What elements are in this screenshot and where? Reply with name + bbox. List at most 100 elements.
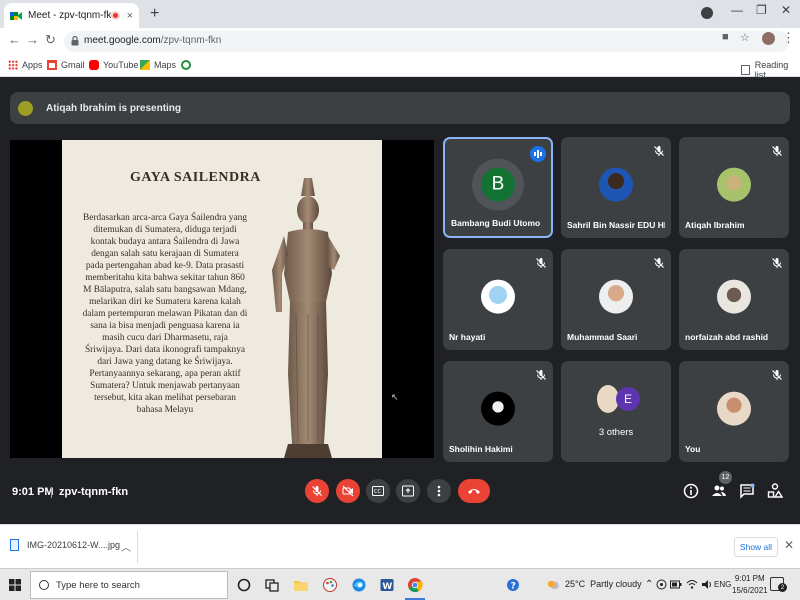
windows-start-icon[interactable] — [9, 579, 21, 591]
show-hidden-icons-icon[interactable]: ⌃ — [645, 579, 653, 590]
download-item[interactable]: IMG-20210612-W....jpg — [10, 539, 120, 551]
participant-tile-others[interactable]: E 3 others — [561, 361, 671, 462]
present-screen-icon — [402, 485, 414, 497]
browser-menu-icon[interactable]: ⋮ — [782, 30, 795, 46]
close-window-icon[interactable]: ✕ — [781, 3, 791, 17]
meeting-details-icon[interactable] — [683, 483, 699, 499]
file-explorer-icon[interactable] — [293, 577, 309, 593]
download-filename: IMG-20210612-W....jpg — [27, 540, 121, 550]
participant-tile[interactable]: Muhammad Saari — [561, 249, 671, 350]
gmail-icon — [47, 60, 57, 70]
search-icon — [39, 580, 49, 590]
taskbar-search-input[interactable]: Type here to search — [30, 571, 228, 599]
mic-muted-icon — [772, 146, 782, 156]
meet-window: Atiqah Ibrahim is presenting GAYA SAILEN… — [0, 78, 800, 524]
tab-meet[interactable]: Meet - zpv-tqnm-fkn × — [4, 3, 139, 28]
mic-muted-icon — [654, 146, 664, 156]
bookmark-gmail[interactable]: Gmail — [47, 60, 85, 70]
participant-name: norfaizah abd rashid — [685, 332, 769, 342]
bookmark-youtube[interactable]: YouTube — [89, 60, 138, 70]
bookmarks-bar: Apps Gmail YouTube Maps Reading list — [0, 55, 800, 80]
weather-desc: Partly cloudy — [590, 579, 642, 589]
weather-temp: 25°C — [565, 579, 586, 589]
meet-favicon-icon — [10, 10, 22, 22]
tab-close-button[interactable]: × — [127, 10, 133, 22]
profile-avatar[interactable] — [762, 32, 775, 45]
chrome-app-icon[interactable] — [407, 577, 423, 593]
captions-button[interactable]: CC — [366, 479, 390, 503]
participant-tile[interactable]: Nr hayati — [443, 249, 553, 350]
participant-name: Bambang Budi Utomo — [451, 218, 541, 228]
edge-browser-icon[interactable] — [351, 577, 367, 593]
restore-icon[interactable]: ❐ — [756, 3, 767, 17]
mic-off-icon — [312, 486, 322, 496]
lock-icon — [71, 36, 79, 46]
slide-body: Berdasarkan arca-arca Gaya Śailendra yan… — [82, 213, 248, 415]
participant-tile[interactable]: B Bambang Budi Utomo — [443, 137, 553, 238]
participant-name: You — [685, 444, 701, 454]
presenter-avatar — [18, 100, 33, 116]
paint-app-icon[interactable] — [322, 577, 338, 593]
leave-call-button[interactable] — [458, 479, 490, 503]
tab-strip: Meet - zpv-tqnm-fkn × + — ❐ ✕ — [0, 0, 800, 28]
people-icon[interactable] — [711, 483, 727, 499]
reading-list-icon — [741, 65, 750, 75]
show-all-button[interactable]: Show all — [734, 537, 778, 557]
participant-tile[interactable]: Atiqah Ibrahim — [679, 137, 789, 238]
input-language[interactable]: ENG — [714, 580, 731, 589]
minimize-icon[interactable]: — — [731, 3, 743, 17]
divider — [51, 488, 52, 498]
taskbar-clock[interactable]: 9:01 PM 15/6/2021 — [732, 573, 768, 597]
captions-icon: CC — [372, 486, 384, 496]
presentation-stage[interactable]: GAYA SAILENDRA Berdasarkan arca-arca Gay… — [10, 140, 434, 458]
camera-in-use-icon[interactable]: ■ — [722, 31, 729, 43]
camera-off-icon — [342, 485, 354, 497]
participant-initial-avatar: B — [481, 167, 515, 202]
task-view-icon[interactable] — [264, 577, 280, 593]
clock-date: 15/6/2021 — [732, 586, 768, 595]
mic-toggle-button[interactable] — [305, 479, 329, 503]
reading-list-button[interactable]: Reading list — [741, 60, 800, 80]
back-icon[interactable]: ← — [8, 32, 21, 47]
bookmark-extension-icon[interactable] — [181, 60, 195, 70]
presenting-banner: Atiqah Ibrahim is presenting — [10, 92, 790, 124]
participant-tile[interactable]: Sholihin Hakimi — [443, 361, 553, 462]
address-bar[interactable]: meet.google.com/zpv-tqnm-fkn — [64, 31, 789, 52]
chevron-up-icon[interactable]: ︿ — [121, 539, 131, 554]
url-text: meet.google.com/zpv-tqnm-fkn — [84, 35, 222, 46]
weather-widget[interactable]: 25°C Partly cloudy — [547, 579, 642, 589]
participant-photo-avatar — [481, 279, 515, 314]
tab-title: Meet - zpv-tqnm-fkn — [28, 10, 111, 21]
wifi-icon[interactable] — [686, 579, 698, 590]
tab-search-icon[interactable] — [701, 7, 713, 19]
new-tab-button[interactable]: + — [150, 5, 159, 23]
participant-photo-avatar — [599, 167, 633, 202]
volume-icon[interactable] — [701, 579, 713, 590]
battery-icon[interactable] — [670, 579, 682, 590]
more-options-button[interactable] — [427, 479, 451, 503]
word-app-icon[interactable]: W — [379, 577, 395, 593]
forward-icon[interactable]: → — [26, 32, 39, 47]
participant-tile-self[interactable]: You — [679, 361, 789, 462]
bookmark-star-icon[interactable]: ☆ — [740, 31, 750, 44]
meet-notification-icon[interactable] — [656, 579, 667, 590]
reload-icon[interactable]: ↻ — [45, 32, 56, 48]
participant-photo-avatar — [599, 279, 633, 314]
camera-toggle-button[interactable] — [336, 479, 360, 503]
mic-muted-icon — [536, 258, 546, 268]
activities-icon[interactable] — [767, 483, 783, 499]
participant-tile[interactable]: norfaizah abd rashid — [679, 249, 789, 350]
cortana-icon[interactable] — [236, 577, 252, 593]
slide-title: GAYA SAILENDRA — [130, 170, 261, 185]
present-now-button[interactable] — [396, 479, 420, 503]
hang-up-icon — [468, 489, 480, 494]
chat-icon[interactable] — [739, 483, 755, 499]
help-icon[interactable]: ? — [506, 577, 522, 593]
participant-name: Nr hayati — [449, 332, 486, 342]
participant-tile[interactable]: Sahril Bin Nassir EDU HI... — [561, 137, 671, 238]
notification-count-badge: 2 — [778, 583, 787, 592]
bookmark-maps[interactable]: Maps — [140, 60, 176, 70]
apps-grid-icon — [8, 60, 18, 70]
close-shelf-icon[interactable]: ✕ — [784, 538, 794, 552]
bookmark-apps[interactable]: Apps — [8, 60, 43, 70]
